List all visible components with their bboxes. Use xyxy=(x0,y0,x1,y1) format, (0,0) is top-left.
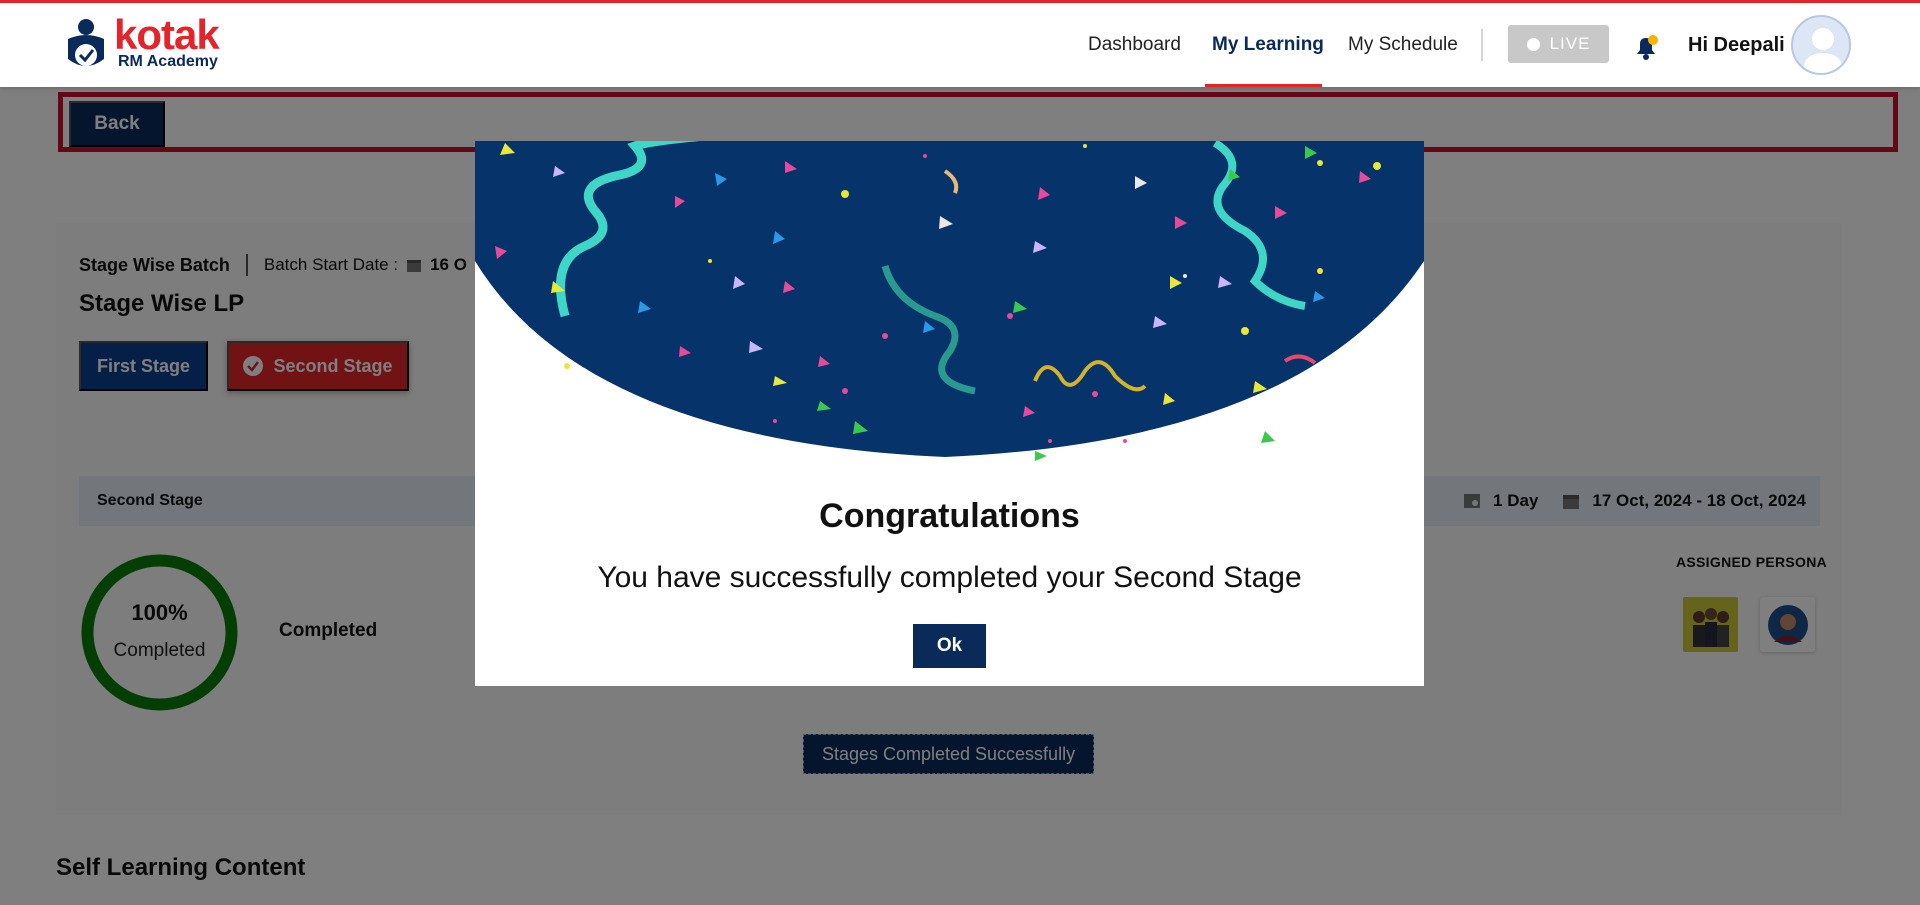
logo-subtitle: RM Academy xyxy=(118,53,218,70)
nav-divider xyxy=(1481,29,1483,61)
modal-message: You have successfully completed your Sec… xyxy=(597,561,1302,594)
ok-button[interactable]: Ok xyxy=(913,624,986,668)
nav-my-learning[interactable]: My Learning xyxy=(1212,3,1324,87)
logo-word: kotak xyxy=(114,11,220,58)
live-button[interactable]: LIVE xyxy=(1508,25,1609,63)
bell-icon[interactable] xyxy=(1631,32,1661,62)
live-label: LIVE xyxy=(1549,34,1591,53)
user-greeting: Hi Deepali xyxy=(1688,33,1785,56)
logo-badge-icon xyxy=(68,19,104,66)
nav-dashboard[interactable]: Dashboard xyxy=(1088,3,1181,87)
modal-title: Congratulations xyxy=(819,497,1080,535)
congratulations-modal: Congratulations You have successfully co… xyxy=(475,141,1424,686)
top-header: kotak RM Academy Dashboard My Learning M… xyxy=(0,3,1920,87)
user-avatar-icon[interactable] xyxy=(1791,15,1851,75)
kotak-logo[interactable]: kotak RM Academy xyxy=(64,13,234,75)
nav-my-schedule[interactable]: My Schedule xyxy=(1348,3,1458,87)
confetti-banner xyxy=(475,141,1424,461)
avatar-silhouette-icon xyxy=(1803,28,1843,73)
live-dot-icon xyxy=(1526,37,1540,51)
